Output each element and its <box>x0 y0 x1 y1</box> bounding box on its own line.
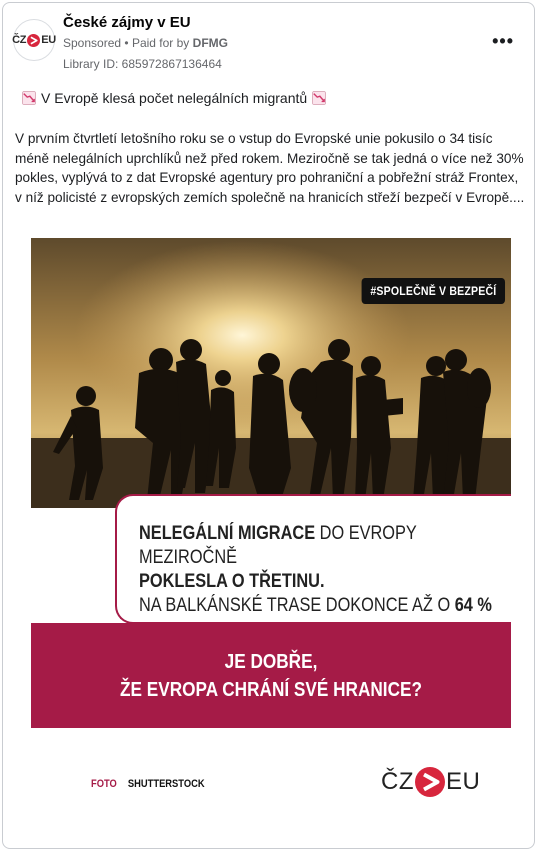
message-line-3-text: NA BALKÁNSKÉ TRASE DOKONCE AŽ O <box>139 595 455 616</box>
arrow-logo-icon <box>27 33 41 47</box>
message-line-2: POKLESLA O TŘETINU. <box>139 571 325 592</box>
post-header: ČZ EU České zájmy v EU Sponsored • Paid … <box>3 3 534 83</box>
message-text: NELEGÁLNÍ MIGRACE DO EVROPY MEZIROČNĚ PO… <box>139 522 500 618</box>
message-line-1-bold: NELEGÁLNÍ MIGRACE <box>139 523 316 544</box>
brand-logo-right: EU <box>446 768 481 795</box>
hashtag-badge: #SPOLEČNĚ V BEZPEČÍ <box>361 278 505 304</box>
page-name[interactable]: České zájmy v EU <box>63 14 191 31</box>
avatar-logo: ČZ EU <box>12 33 56 47</box>
message-line-1: NELEGÁLNÍ MIGRACE DO EVROPY MEZIROČNĚ <box>139 522 500 570</box>
ad-creative-image[interactable]: #SPOLEČNĚ V BEZPEČÍ NELEGÁLNÍ MIGRACE DO… <box>31 238 511 833</box>
sponsored-label: Sponsored <box>63 36 122 50</box>
message-box: NELEGÁLNÍ MIGRACE DO EVROPY MEZIROČNĚ PO… <box>115 494 511 624</box>
question-line-2: ŽE EVROPA CHRÁNÍ SVÉ HRANICE? <box>120 679 422 701</box>
headline-text: V Evropě klesá počet nelegálních migrant… <box>41 90 308 106</box>
avatar-logo-left: ČZ <box>12 34 27 46</box>
payer-name: DFMG <box>192 36 228 50</box>
chart-decreasing-icon <box>312 91 327 105</box>
arrow-logo-icon <box>415 767 445 797</box>
photo-credit: FOTO SHUTTERSTOCK <box>91 778 205 790</box>
brand-logo-left: ČZ <box>381 768 414 795</box>
more-options-icon[interactable]: ••• <box>492 31 514 52</box>
question-text: JE DOBŘE, ŽE EVROPA CHRÁNÍ SVÉ HRANICE? <box>65 648 478 704</box>
post-headline: V Evropě klesá počet nelegálních migrant… <box>17 90 331 106</box>
sponsored-line: Sponsored • Paid for by DFMG <box>63 36 228 50</box>
photo-credit-value: SHUTTERSTOCK <box>127 778 205 790</box>
question-line-1: JE DOBŘE, <box>224 651 318 673</box>
message-line-3-value: 64 % <box>454 595 492 616</box>
library-id: Library ID: 685972867136464 <box>63 57 222 71</box>
chart-decreasing-icon <box>22 91 36 105</box>
avatar-logo-right: EU <box>41 34 56 46</box>
ad-card: ČZ EU České zájmy v EU Sponsored • Paid … <box>2 2 535 849</box>
paid-for-label: Paid for by <box>131 36 190 50</box>
avatar[interactable]: ČZ EU <box>12 19 56 61</box>
photo-credit-label: FOTO <box>91 778 117 790</box>
separator-dot: • <box>124 36 129 50</box>
post-body-text: V prvním čtvrtletí letošního roku se o v… <box>15 131 525 205</box>
brand-logo: ČZ EU <box>381 767 480 797</box>
message-line-3: NA BALKÁNSKÉ TRASE DOKONCE AŽ O 64 % <box>139 594 500 618</box>
